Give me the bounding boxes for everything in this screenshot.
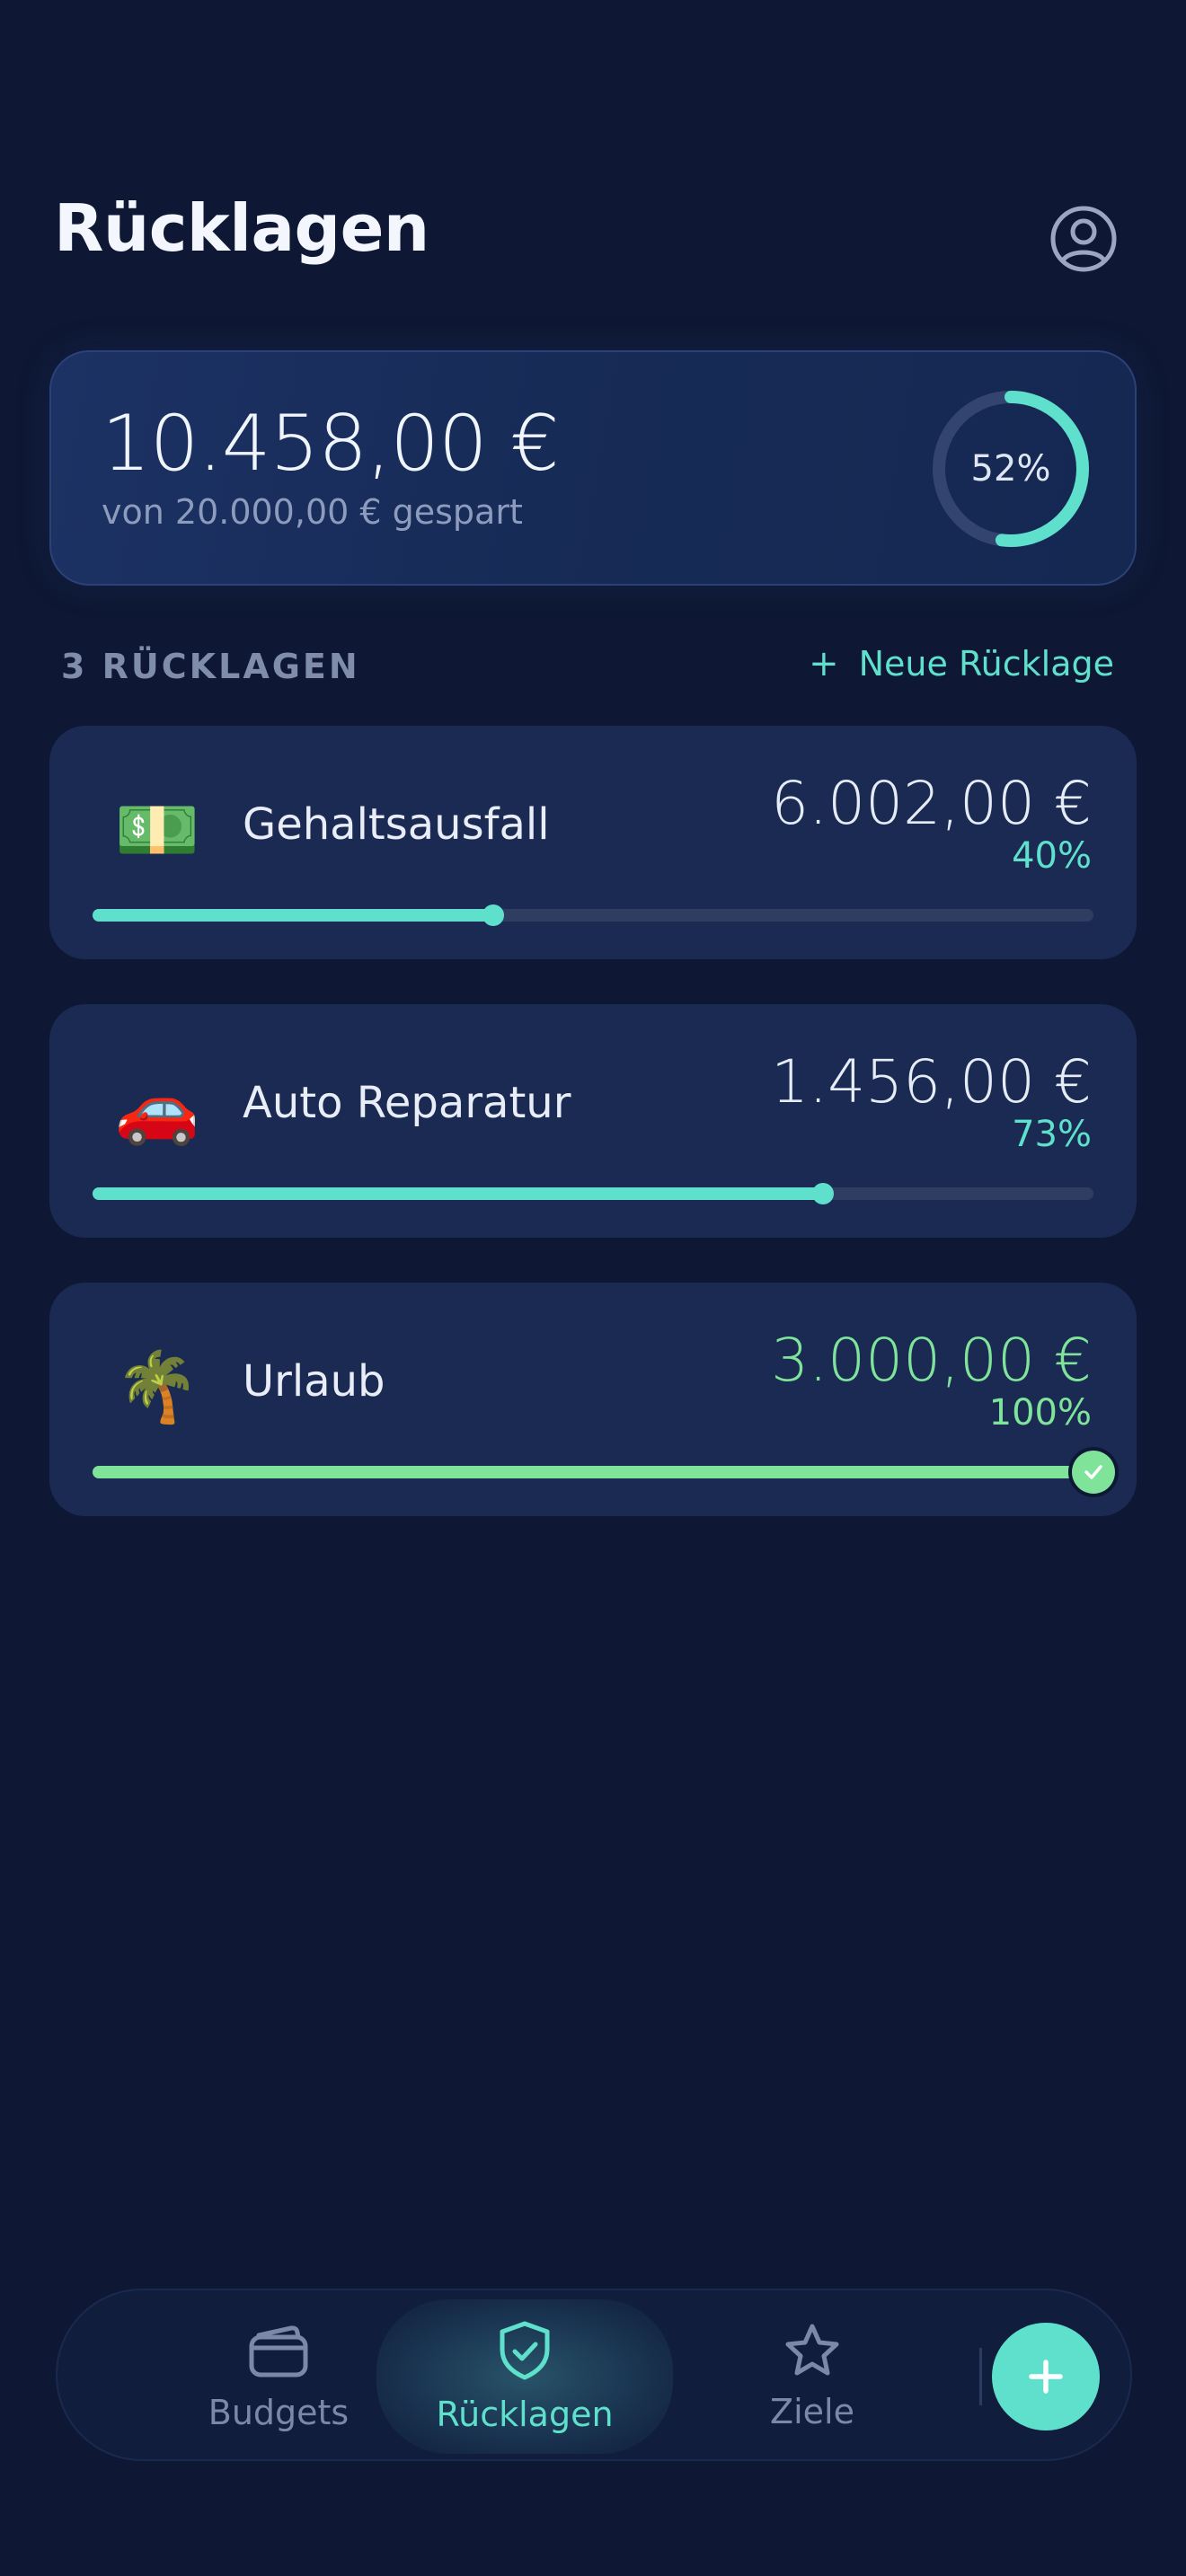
reserve-amount: 6.002,00 €	[771, 769, 1092, 838]
profile-button[interactable]	[1048, 203, 1120, 275]
plus-icon	[1029, 2360, 1063, 2394]
reserve-name: Urlaub	[243, 1356, 385, 1407]
reserve-name: Gehaltsausfall	[243, 799, 550, 850]
completed-badge	[1068, 1447, 1119, 1497]
shield-check-icon	[500, 2321, 550, 2380]
reserve-progress-track	[93, 904, 1093, 926]
tab-budgets[interactable]: Budgets	[171, 2290, 386, 2463]
reserve-percent: 40%	[1012, 835, 1092, 877]
tab-label: Budgets	[208, 2393, 350, 2432]
reserve-progress-fill	[93, 1466, 1093, 1478]
car-icon: 🚗	[114, 1068, 200, 1148]
user-circle-icon	[1050, 206, 1117, 272]
app-screen: Rücklagen 10.458,00 € von 20.000,00 € ge…	[0, 0, 1186, 2576]
reserve-progress-track	[93, 1447, 1119, 1497]
reserve-progress-knob	[482, 904, 504, 926]
reserve-percent: 100%	[988, 1392, 1092, 1434]
progress-ring: 52%	[930, 388, 1092, 550]
new-reserve-label: Neue Rücklage	[858, 644, 1114, 684]
nav-divider	[979, 2348, 982, 2405]
plus-icon: +	[809, 643, 839, 684]
reserve-card[interactable]: 🌴 Urlaub 3.000,00 € 100%	[49, 1283, 1137, 1516]
reserve-progress-fill	[93, 1187, 824, 1200]
target-total-text: von 20.000,00 € gespart	[102, 492, 523, 532]
reserve-amount: 1.456,00 €	[771, 1047, 1092, 1116]
reserve-progress-track	[93, 1183, 1093, 1204]
new-reserve-button[interactable]: + Neue Rücklage	[809, 643, 1114, 684]
palm-tree-icon: 🌴	[114, 1346, 200, 1426]
page-title: Rücklagen	[54, 190, 429, 266]
tab-label: Rücklagen	[436, 2395, 614, 2434]
reserve-progress-knob	[812, 1183, 835, 1204]
reserve-progress-fill	[93, 909, 493, 922]
reserves-count-label: 3 RÜCKLAGEN	[61, 647, 360, 686]
reserve-amount: 3.000,00 €	[771, 1326, 1092, 1395]
reserve-card[interactable]: 🚗 Auto Reparatur 1.456,00 € 73%	[49, 1004, 1137, 1238]
reserve-card[interactable]: 💵 Gehaltsausfall 6.002,00 € 40%	[49, 726, 1137, 959]
money-bill-icon: 💵	[114, 790, 200, 869]
checkmark-icon	[1084, 1465, 1102, 1479]
total-saved-amount: 10.458,00 €	[102, 399, 560, 489]
reserve-name: Auto Reparatur	[243, 1078, 571, 1128]
reserve-percent: 73%	[1012, 1114, 1092, 1155]
wallet-icon	[249, 2325, 308, 2378]
savings-summary-card: 10.458,00 € von 20.000,00 € gespart 52%	[49, 350, 1137, 586]
tab-ruecklagen[interactable]: Rücklagen	[417, 2290, 633, 2463]
tab-ziele[interactable]: Ziele	[704, 2290, 920, 2463]
star-icon	[785, 2324, 839, 2376]
add-button[interactable]	[992, 2323, 1100, 2430]
progress-percent-label: 52%	[970, 448, 1051, 490]
tab-label: Ziele	[770, 2392, 854, 2431]
bottom-navigation: Budgets Rücklagen Ziele	[56, 2289, 1132, 2461]
